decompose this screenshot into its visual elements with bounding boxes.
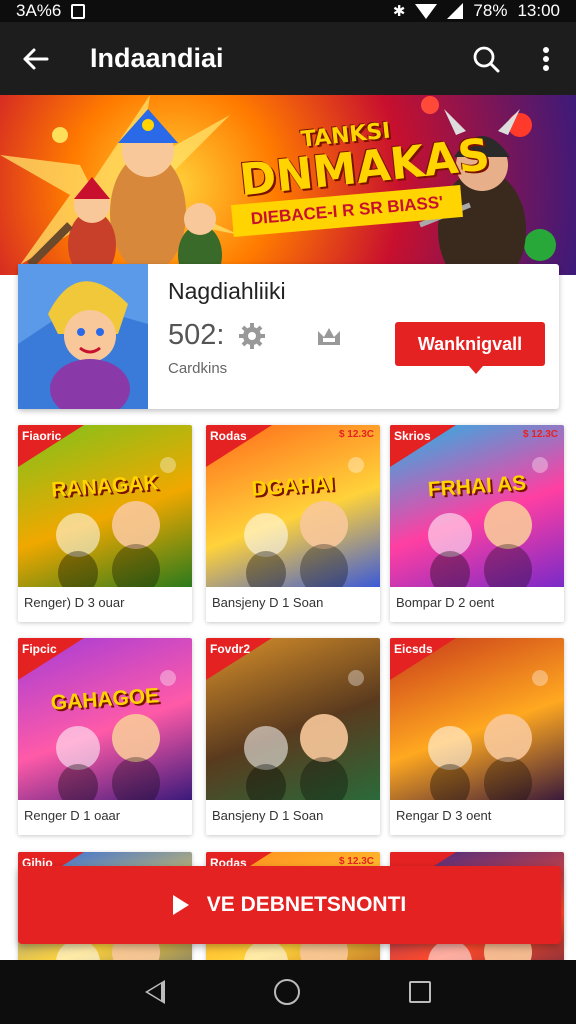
search-icon xyxy=(473,46,500,72)
featured-count: 502: xyxy=(168,319,225,351)
game-caption: Rengar D 3 oent xyxy=(396,808,492,823)
corner-tag-label: Skrios xyxy=(394,429,431,443)
corner-tag-label: Fipcic xyxy=(22,642,57,656)
game-caption: Bompar D 2 oent xyxy=(396,595,495,610)
app-bar: Indaandiai xyxy=(0,22,576,95)
cta-label: VE DEBNETSNONTI xyxy=(206,893,407,916)
game-thumbnail: Skrios $ 12.3C FRHAI AS xyxy=(390,425,564,587)
game-thumbnail: Eicsds xyxy=(390,638,564,800)
wifi-icon xyxy=(415,3,438,19)
page-title: Indaandiai xyxy=(90,43,224,73)
price-label: $ 12.3C xyxy=(522,429,558,440)
price-label: $ 12.3C xyxy=(338,429,374,440)
battery-level: 78% xyxy=(473,1,508,20)
clock: 13:00 xyxy=(517,1,560,20)
game-card[interactable]: Rodas $ 12.3C DGAHAI Bansjeny D 1 Soan xyxy=(206,425,380,622)
nav-home-icon[interactable] xyxy=(273,979,300,1005)
system-nav-bar xyxy=(0,960,576,1024)
gear-icon xyxy=(239,322,266,349)
play-icon xyxy=(172,895,189,915)
status-left-text: 3A%6 xyxy=(16,1,62,20)
search-button[interactable] xyxy=(456,22,516,95)
crown-icon xyxy=(318,327,341,345)
more-vert-icon xyxy=(543,46,549,71)
back-button[interactable] xyxy=(0,22,70,95)
download-cta-button[interactable]: VE DEBNETSNONTI xyxy=(18,866,561,944)
status-bar: 3A%6 ✱ 78% 13:00 xyxy=(0,0,576,22)
game-thumbnail: Fiaoric RANAGAK xyxy=(18,425,192,587)
bluetooth-icon: ✱ xyxy=(392,3,406,20)
game-caption: Renger) D 3 ouar xyxy=(24,595,125,610)
promo-banner[interactable]: TANKSI DNMAKAS DIEBACE-I R SR BIASS' xyxy=(0,95,576,275)
nav-recents-icon[interactable] xyxy=(409,981,432,1003)
game-card[interactable]: Skrios $ 12.3C FRHAI AS Bompar D 2 oent xyxy=(390,425,564,622)
game-caption: Bansjeny D 1 Soan xyxy=(212,595,324,610)
game-card[interactable]: Fovdr2 Bansjeny D 1 Soan xyxy=(206,638,380,835)
game-caption: Renger D 1 oaar xyxy=(24,808,121,823)
notification-icon xyxy=(71,3,86,19)
arrow-left-icon xyxy=(23,48,49,69)
game-thumbnail: Fipcic GAHAGOE xyxy=(18,638,192,800)
corner-tag-label: Fovdr2 xyxy=(210,642,251,656)
nav-back-icon[interactable] xyxy=(144,980,165,1004)
more-options-button[interactable] xyxy=(516,22,576,95)
featured-game-name: Nagdiahliiki xyxy=(168,278,286,304)
featured-info: Nagdiahliiki 502: Cardkins Wanknigvall xyxy=(148,264,559,409)
corner-tag-label: Eicsds xyxy=(394,642,433,656)
install-button[interactable]: Wanknigvall xyxy=(395,322,545,374)
corner-tag-label: Rodas xyxy=(210,429,247,443)
game-card[interactable]: Fiaoric RANAGAK Renger) D 3 ouar xyxy=(18,425,192,622)
game-thumbnail: Rodas $ 12.3C DGAHAI xyxy=(206,425,380,587)
corner-tag-label: Fiaoric xyxy=(22,429,62,443)
game-caption: Bansjeny D 1 Soan xyxy=(212,808,324,823)
game-thumbnail: Fovdr2 xyxy=(206,638,380,800)
signal-icon xyxy=(447,3,464,19)
featured-game-thumbnail xyxy=(18,264,148,409)
featured-game-card[interactable]: Nagdiahliiki 502: Cardkins Wanknigvall xyxy=(18,264,559,409)
game-card[interactable]: Eicsds Rengar D 3 oent xyxy=(390,638,564,835)
game-card[interactable]: Fipcic GAHAGOE Renger D 1 oaar xyxy=(18,638,192,835)
